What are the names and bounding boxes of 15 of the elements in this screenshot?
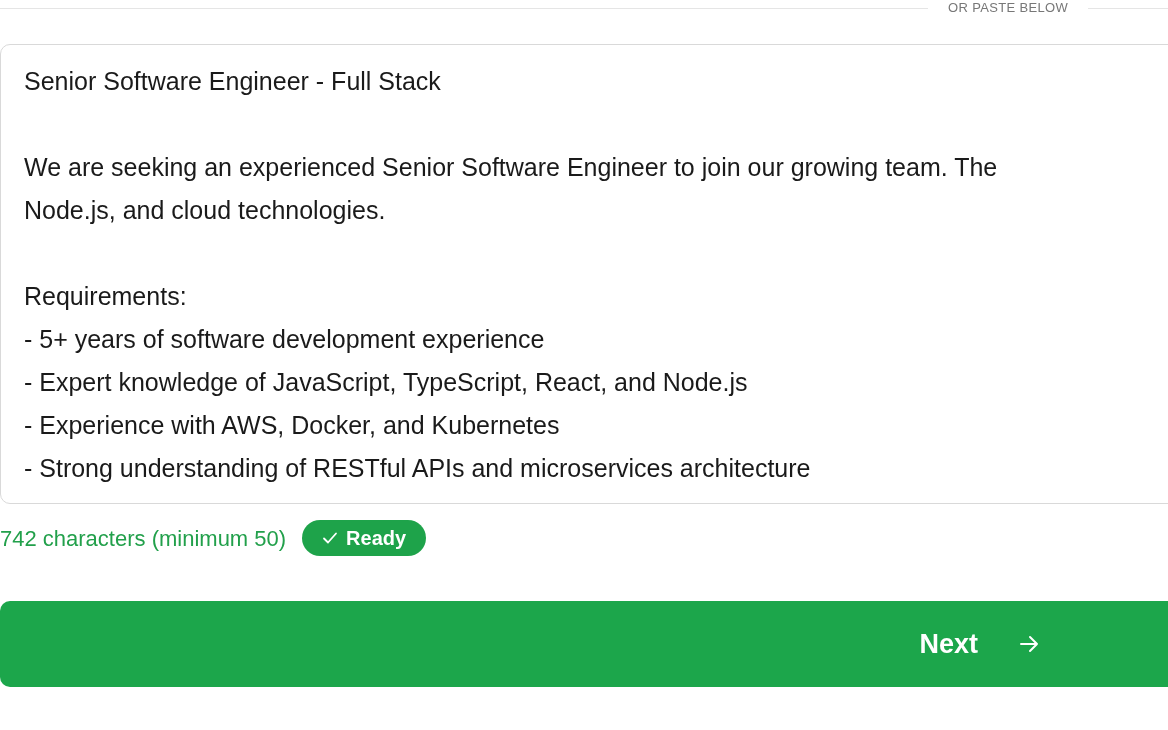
description-line: Node.js, and cloud technologies. bbox=[24, 194, 386, 226]
check-icon bbox=[322, 530, 339, 546]
description-line: - 5+ years of software development experience bbox=[24, 323, 545, 355]
status-badge: Ready bbox=[302, 520, 427, 556]
divider-label: OR PASTE BELOW bbox=[947, 0, 1069, 16]
description-line: Requirements: bbox=[24, 280, 187, 312]
next-button[interactable]: Next bbox=[0, 601, 1168, 687]
description-line: We are seeking an experienced Senior Software Engineer to join our growing team. The bbox=[24, 151, 998, 183]
description-line: - Experience with AWS, Docker, and Kubernetes bbox=[24, 409, 560, 441]
description-line: Senior Software Engineer - Full Stack bbox=[24, 65, 441, 97]
description-line: - Strong understanding of RESTful APIs and microservices architecture bbox=[24, 452, 811, 484]
arrow-right-icon bbox=[1018, 633, 1040, 655]
character-count: 742 characters (minimum 50) bbox=[0, 524, 287, 553]
job-description-field[interactable] bbox=[0, 44, 1168, 504]
description-line: - Expert knowledge of JavaScript, TypeScript, React, and Node.js bbox=[24, 366, 748, 398]
